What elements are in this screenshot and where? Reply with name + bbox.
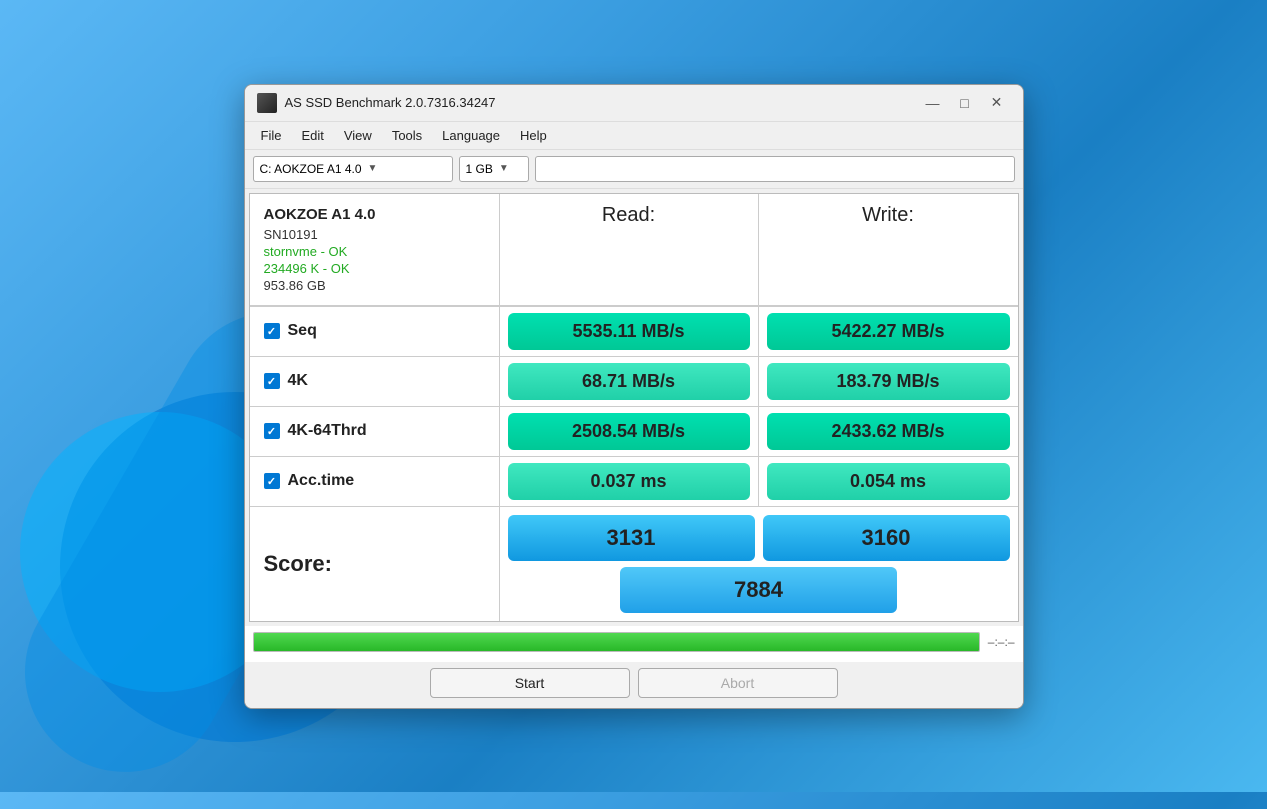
test-row-seq: Seq 5535.11 MB/s 5422.27 MB/s [250, 306, 1018, 356]
drive-selector[interactable]: C: AOKZOE A1 4.0 ▼ [253, 156, 453, 182]
abort-button[interactable]: Abort [638, 668, 838, 698]
test-label-4k64: 4K-64Thrd [250, 407, 500, 456]
minimize-button[interactable]: — [919, 93, 947, 113]
menu-file[interactable]: File [253, 126, 290, 145]
result-seq-write: 5422.27 MB/s [759, 307, 1018, 356]
write-header: Write: [759, 194, 1018, 305]
button-area: Start Abort [245, 662, 1023, 708]
test-label-seq: Seq [250, 307, 500, 356]
progress-track: –:–:– [253, 632, 1015, 652]
result-acctime-write: 0.054 ms [759, 457, 1018, 506]
results-header: AOKZOE A1 4.0 SN10191 stornvme - OK 2344… [250, 194, 1018, 306]
result-acctime-read: 0.037 ms [500, 457, 759, 506]
size-selector[interactable]: 1 GB ▼ [459, 156, 529, 182]
toolbar: C: AOKZOE A1 4.0 ▼ 1 GB ▼ [245, 150, 1023, 189]
value-4k-write: 183.79 MB/s [767, 363, 1010, 400]
menu-language[interactable]: Language [434, 126, 508, 145]
size-selector-arrow: ▼ [499, 163, 509, 174]
checkbox-4k[interactable] [264, 373, 280, 389]
score-read-value: 3131 [508, 515, 755, 561]
menu-bar: File Edit View Tools Language Help [245, 122, 1023, 150]
drive-size-ok: 234496 K - OK [264, 261, 485, 276]
progress-area: –:–:– [245, 626, 1023, 662]
value-4k64-write: 2433.62 MB/s [767, 413, 1010, 450]
value-4k64-read: 2508.54 MB/s [508, 413, 750, 450]
drive-serial: SN10191 [264, 227, 485, 242]
value-acctime-read: 0.037 ms [508, 463, 750, 500]
score-write-value: 3160 [763, 515, 1010, 561]
app-window: AS SSD Benchmark 2.0.7316.34247 — □ ✕ Fi… [244, 84, 1024, 709]
test-row-4k64: 4K-64Thrd 2508.54 MB/s 2433.62 MB/s [250, 406, 1018, 456]
test-row-acctime: Acc.time 0.037 ms 0.054 ms [250, 456, 1018, 506]
app-icon [257, 93, 277, 113]
progress-timer: –:–:– [988, 635, 1015, 649]
drive-name: AOKZOE A1 4.0 [264, 206, 485, 223]
window-controls: — □ ✕ [919, 93, 1011, 113]
score-total-value: 7884 [620, 567, 896, 613]
result-seq-read: 5535.11 MB/s [500, 307, 759, 356]
title-bar: AS SSD Benchmark 2.0.7316.34247 — □ ✕ [245, 85, 1023, 122]
score-row: Score: 3131 3160 7884 [250, 506, 1018, 621]
value-seq-read: 5535.11 MB/s [508, 313, 750, 350]
value-seq-write: 5422.27 MB/s [767, 313, 1010, 350]
result-4k-read: 68.71 MB/s [500, 357, 759, 406]
menu-help[interactable]: Help [512, 126, 555, 145]
read-header: Read: [500, 194, 759, 305]
drive-info-panel: AOKZOE A1 4.0 SN10191 stornvme - OK 2344… [250, 194, 500, 305]
main-content: AOKZOE A1 4.0 SN10191 stornvme - OK 2344… [249, 193, 1019, 622]
close-button[interactable]: ✕ [983, 93, 1011, 113]
menu-tools[interactable]: Tools [384, 126, 430, 145]
test-row-4k: 4K 68.71 MB/s 183.79 MB/s [250, 356, 1018, 406]
progress-bar-background [253, 632, 980, 652]
drive-gb: 953.86 GB [264, 278, 485, 293]
score-label: Score: [250, 507, 500, 621]
maximize-button[interactable]: □ [951, 93, 979, 113]
size-selector-value: 1 GB [466, 162, 493, 176]
menu-edit[interactable]: Edit [293, 126, 331, 145]
drive-driver: stornvme - OK [264, 244, 485, 259]
checkbox-acctime[interactable] [264, 473, 280, 489]
start-button[interactable]: Start [430, 668, 630, 698]
score-cells: 3131 3160 7884 [500, 507, 1018, 621]
result-4k64-write: 2433.62 MB/s [759, 407, 1018, 456]
progress-fill [254, 633, 979, 651]
drive-selector-value: C: AOKZOE A1 4.0 [260, 162, 362, 176]
score-top: 3131 3160 [508, 515, 1010, 561]
test-label-4k: 4K [250, 357, 500, 406]
test-label-acctime: Acc.time [250, 457, 500, 506]
drive-selector-arrow: ▼ [368, 163, 378, 174]
result-4k-write: 183.79 MB/s [759, 357, 1018, 406]
menu-view[interactable]: View [336, 126, 380, 145]
value-acctime-write: 0.054 ms [767, 463, 1010, 500]
checkbox-seq[interactable] [264, 323, 280, 339]
result-4k64-read: 2508.54 MB/s [500, 407, 759, 456]
window-title: AS SSD Benchmark 2.0.7316.34247 [285, 95, 919, 110]
value-4k-read: 68.71 MB/s [508, 363, 750, 400]
toolbar-spacer [535, 156, 1015, 182]
checkbox-4k64[interactable] [264, 423, 280, 439]
